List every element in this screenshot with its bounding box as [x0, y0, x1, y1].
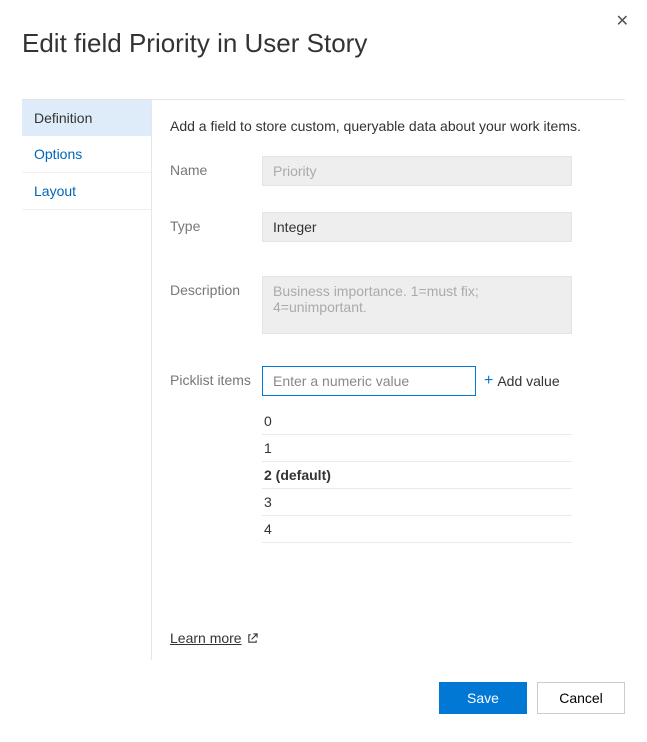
add-value-label: Add value [497, 373, 559, 389]
cancel-button[interactable]: Cancel [537, 682, 625, 714]
label-picklist: Picklist items [170, 366, 262, 388]
add-value-button[interactable]: + Add value [484, 372, 560, 390]
learn-more-link[interactable]: Learn more [170, 630, 258, 646]
save-button[interactable]: Save [439, 682, 527, 714]
name-field [262, 156, 572, 186]
label-name: Name [170, 156, 262, 178]
picklist-input[interactable] [262, 366, 476, 396]
list-item[interactable]: 3 [262, 489, 572, 516]
external-link-icon [247, 633, 258, 644]
plus-icon: + [484, 372, 493, 390]
list-item[interactable]: 0 [262, 408, 572, 435]
type-field [262, 212, 572, 242]
learn-more-label: Learn more [170, 630, 242, 646]
dialog-footer: Save Cancel [22, 660, 625, 736]
tab-options[interactable]: Options [22, 136, 151, 173]
list-item-default[interactable]: 2 (default) [262, 462, 572, 489]
list-item[interactable]: 1 [262, 435, 572, 462]
dialog-title: Edit field Priority in User Story [22, 28, 625, 59]
tab-layout[interactable]: Layout [22, 173, 151, 210]
label-description: Description [170, 276, 262, 298]
content-panel: Add a field to store custom, queryable d… [152, 100, 625, 660]
close-icon[interactable]: ✕ [616, 14, 629, 30]
intro-text: Add a field to store custom, queryable d… [170, 118, 613, 134]
tab-definition[interactable]: Definition [22, 100, 151, 136]
list-item[interactable]: 4 [262, 516, 572, 543]
sidebar: Definition Options Layout [22, 100, 152, 660]
label-type: Type [170, 212, 262, 234]
picklist-items: 0 1 2 (default) 3 4 [262, 408, 572, 543]
description-field [262, 276, 572, 334]
